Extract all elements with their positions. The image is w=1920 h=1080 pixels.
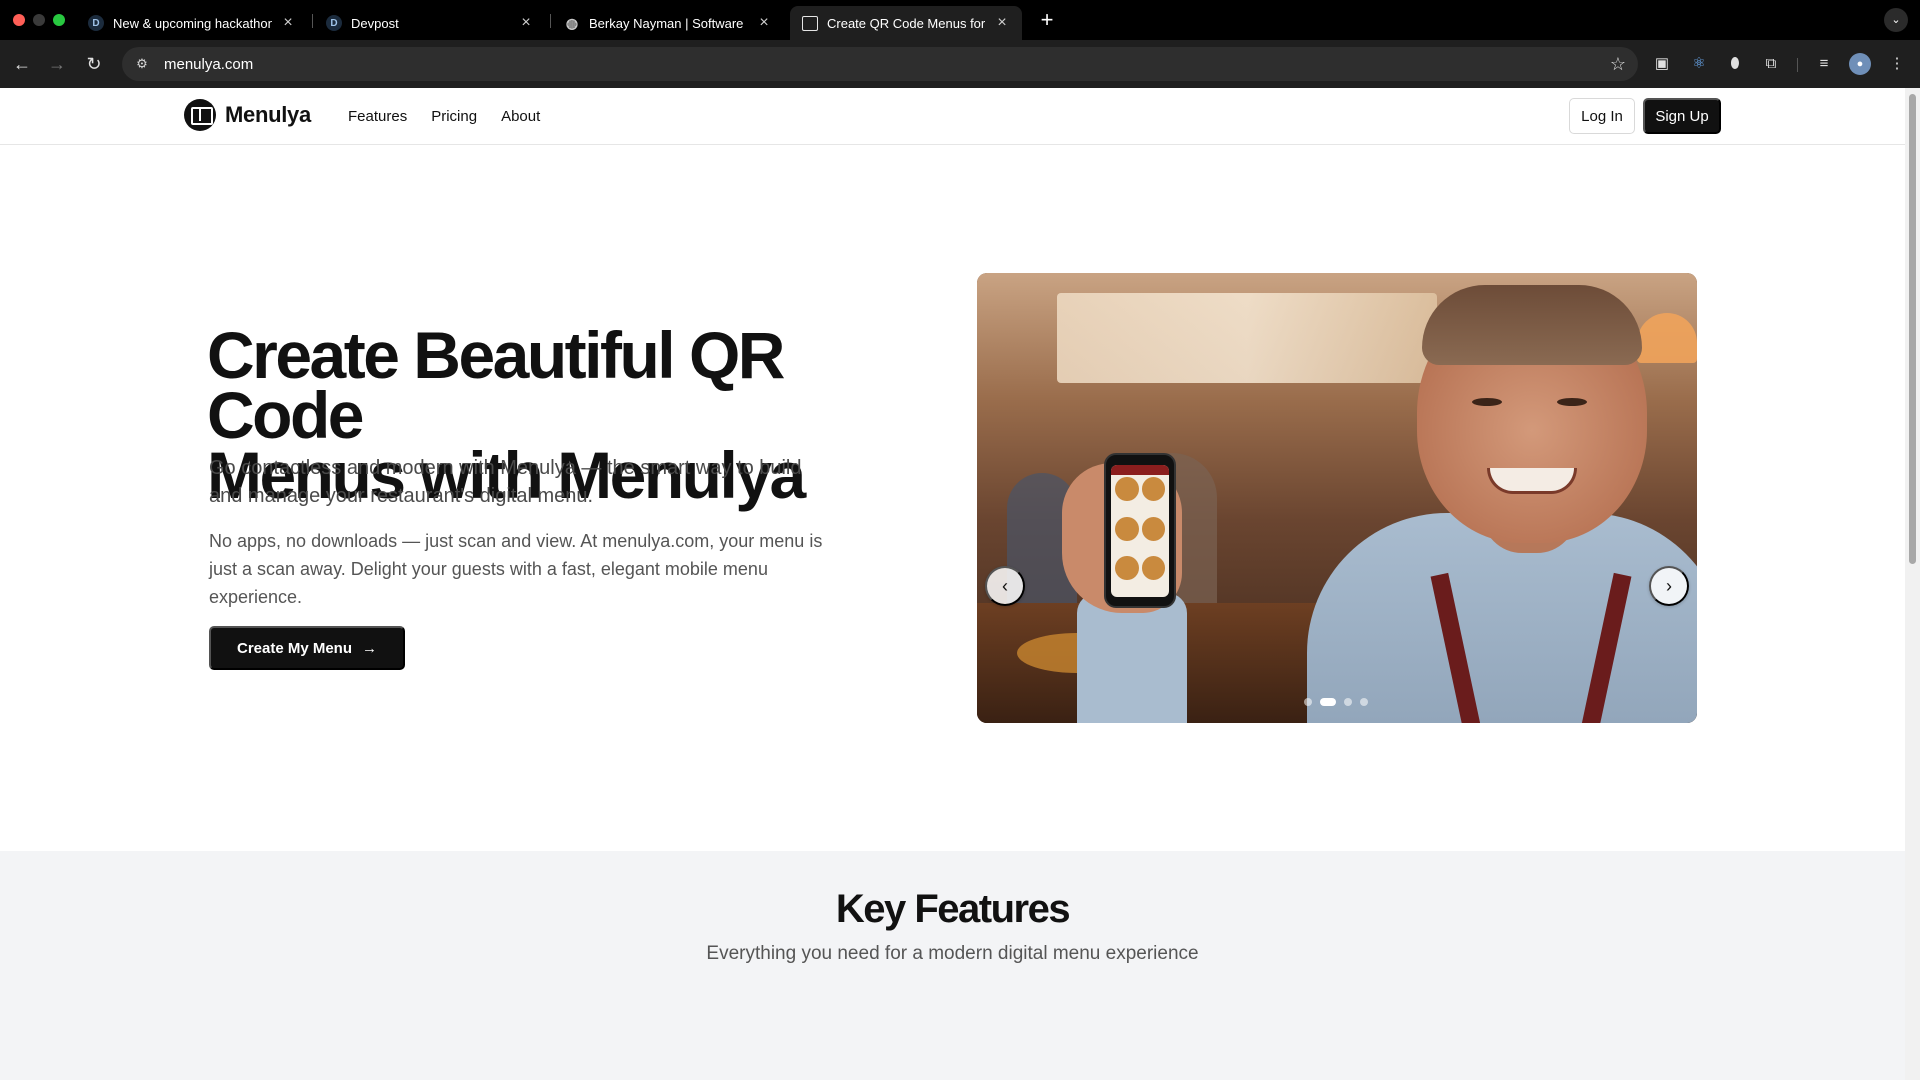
address-bar[interactable]: ⚙ menulya.com ☆ [122,47,1638,81]
tab-close-icon[interactable]: × [756,14,772,32]
back-arrow-icon[interactable]: ← [10,52,34,76]
tab-divider [550,14,551,28]
media-controls-icon[interactable]: ≡ [1813,53,1835,75]
key-features-section [0,851,1905,1080]
main-nav: Features Pricing About [348,88,564,145]
features-subtitle: Everything you need for a modern digital… [706,943,1199,964]
carousel-next-chevron-icon[interactable]: › [1649,566,1689,606]
arrow-right-icon: → [362,639,378,657]
devpost-icon: D [88,15,104,31]
cta-label: Create My Menu [236,639,353,657]
browser-tab-menulya[interactable]: Create QR Code Menus for Fr × [790,6,1022,40]
tab-close-icon[interactable]: × [518,14,534,32]
hero-title-line: Create Beautiful QR Code [207,318,785,452]
carousel-dot[interactable] [1304,698,1312,706]
carousel-dot[interactable] [1344,698,1352,706]
phone-menu-icon [1104,453,1176,608]
profile-avatar-icon[interactable]: ● [1849,53,1871,75]
restaurant-owner-phone-image [977,273,1697,723]
tab-title: New & upcoming hackathons [113,15,272,31]
hero-image-carousel[interactable] [977,273,1697,723]
screenshot-extension-icon[interactable]: ▣ [1651,53,1673,75]
browser-tab-devpost[interactable]: D Devpost × [314,6,546,40]
browser-menu-icon[interactable]: ⋮ [1886,53,1908,75]
browser-tab-portfolio[interactable]: ◍ Berkay Nayman | Software De × [552,6,784,40]
nav-link-pricing[interactable]: Pricing [431,108,477,125]
login-button[interactable]: Log In [1569,98,1635,134]
features-title: Key Features [835,887,1071,931]
forward-arrow-icon[interactable]: → [45,52,69,76]
page-scrollbar[interactable] [1905,88,1920,1080]
hero-description: No apps, no downloads — just scan and vi… [209,531,823,607]
globe-icon: ◍ [565,14,579,31]
react-devtools-icon[interactable]: ⚛ [1688,53,1710,75]
nav-link-about[interactable]: About [501,108,540,125]
hero-subtitle: Go contactless and modern with Menulya —… [209,457,802,507]
window-close-button[interactable] [13,14,25,26]
new-tab-button[interactable]: + [1035,8,1059,32]
qr-icon [802,15,818,31]
browser-tab-bar: D New & upcoming hackathons × D Devpost … [0,0,1920,40]
carousel-dot-active[interactable] [1320,698,1336,706]
nav-link-features[interactable]: Features [348,108,407,125]
logo-text: Menulya [225,102,311,127]
site-header: Menulya Features Pricing About Log In Si… [0,88,1905,145]
window-zoom-button[interactable] [53,14,65,26]
tab-close-icon[interactable]: × [994,14,1010,32]
signup-button[interactable]: Sign Up [1643,98,1721,134]
tab-title: Devpost [351,15,399,31]
reload-icon[interactable]: ↻ [82,52,106,76]
browser-tab-hackathons[interactable]: D New & upcoming hackathons × [76,6,308,40]
toolbar-divider [1797,58,1798,72]
devpost-icon: D [326,15,342,31]
carousel-prev-chevron-icon[interactable]: ‹ [985,566,1025,606]
scrollbar-thumb[interactable] [1909,94,1916,564]
site-settings-icon[interactable]: ⚙ [134,56,150,72]
window-minimize-button[interactable] [33,14,45,26]
create-my-menu-button[interactable]: Create My Menu → [209,626,405,670]
tab-close-icon[interactable]: × [280,14,296,32]
tab-title: Create QR Code Menus for Fr [827,15,986,31]
bookmark-star-icon[interactable]: ☆ [1610,54,1626,75]
browser-toolbar: ← → ↻ ⚙ menulya.com ☆ ▣ ⚛ ⬮ ⧉ ≡ ● ⋮ [0,40,1920,88]
address-url[interactable]: menulya.com [164,56,253,73]
menu-book-logo-icon [184,99,216,131]
carousel-dot[interactable] [1360,698,1368,706]
tab-search-chevron-icon[interactable]: ⌄ [1884,8,1908,32]
site-logo[interactable]: Menulya [184,99,311,131]
tab-divider [312,14,313,28]
extensions-puzzle-icon[interactable]: ⧉ [1760,53,1782,75]
drop-extension-icon[interactable]: ⬮ [1724,53,1746,75]
tab-title: Berkay Nayman | Software De [589,15,748,31]
carousel-indicators [1304,698,1376,706]
